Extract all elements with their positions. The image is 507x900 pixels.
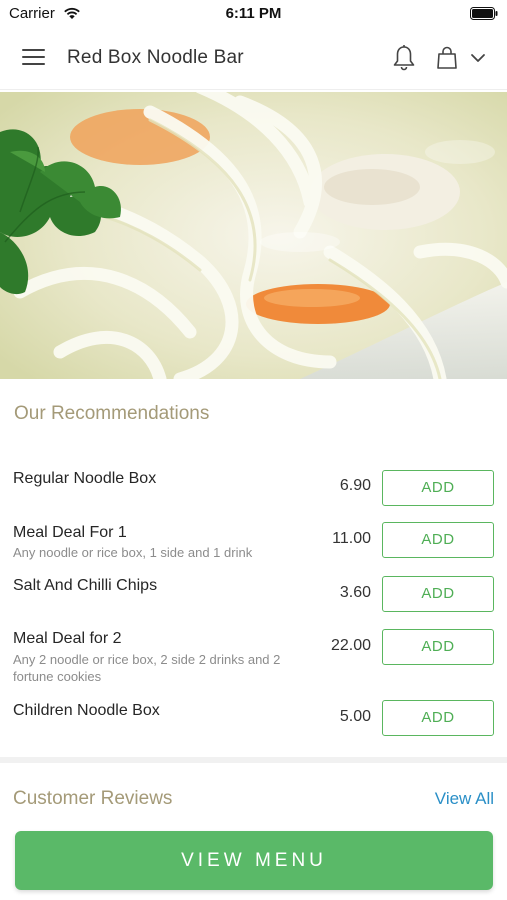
app-header: Red Box Noodle Bar — [0, 28, 507, 90]
view-menu-button[interactable]: VIEW MENU — [15, 831, 493, 890]
add-button[interactable]: ADD — [382, 629, 494, 665]
menu-item-name: Salt And Chilli Chips — [13, 577, 158, 594]
hamburger-menu-icon[interactable] — [22, 49, 45, 68]
chevron-down-icon[interactable] — [470, 52, 486, 64]
status-bar: Carrier 6:11 PM — [0, 0, 507, 28]
battery-icon — [470, 7, 498, 20]
menu-item-price: 5.00 — [339, 708, 371, 725]
menu-item-price: 3.60 — [339, 584, 371, 601]
recommendations-title: Our Recommendations — [14, 403, 210, 424]
customer-reviews-title: Customer Reviews — [13, 788, 173, 809]
add-button[interactable]: ADD — [382, 470, 494, 506]
add-button[interactable]: ADD — [382, 700, 494, 736]
clock-time: 6:11 PM — [225, 5, 282, 22]
add-button[interactable]: ADD — [382, 576, 494, 612]
hero-food-image — [0, 92, 507, 379]
shopping-bag-icon[interactable] — [436, 46, 458, 70]
menu-item-name: Children Noodle Box — [13, 702, 160, 719]
bell-icon[interactable] — [392, 44, 416, 72]
add-button[interactable]: ADD — [382, 522, 494, 558]
menu-item-name: Meal Deal For 1 — [13, 524, 127, 541]
menu-item-name: Meal Deal for 2 — [13, 630, 122, 647]
view-all-reviews-link[interactable]: View All — [435, 789, 494, 809]
menu-item-price: 22.00 — [330, 637, 371, 654]
menu-item-price: 6.90 — [339, 477, 371, 494]
restaurant-title: Red Box Noodle Bar — [67, 47, 244, 68]
menu-item-description: Any noodle or rice box, 1 side and 1 dri… — [13, 545, 253, 560]
menu-item-name: Regular Noodle Box — [13, 470, 157, 487]
menu-item-description: Any 2 noodle or rice box, 2 side 2 drink… — [13, 652, 281, 684]
section-divider — [0, 757, 507, 763]
menu-item-price: 11.00 — [332, 530, 371, 547]
